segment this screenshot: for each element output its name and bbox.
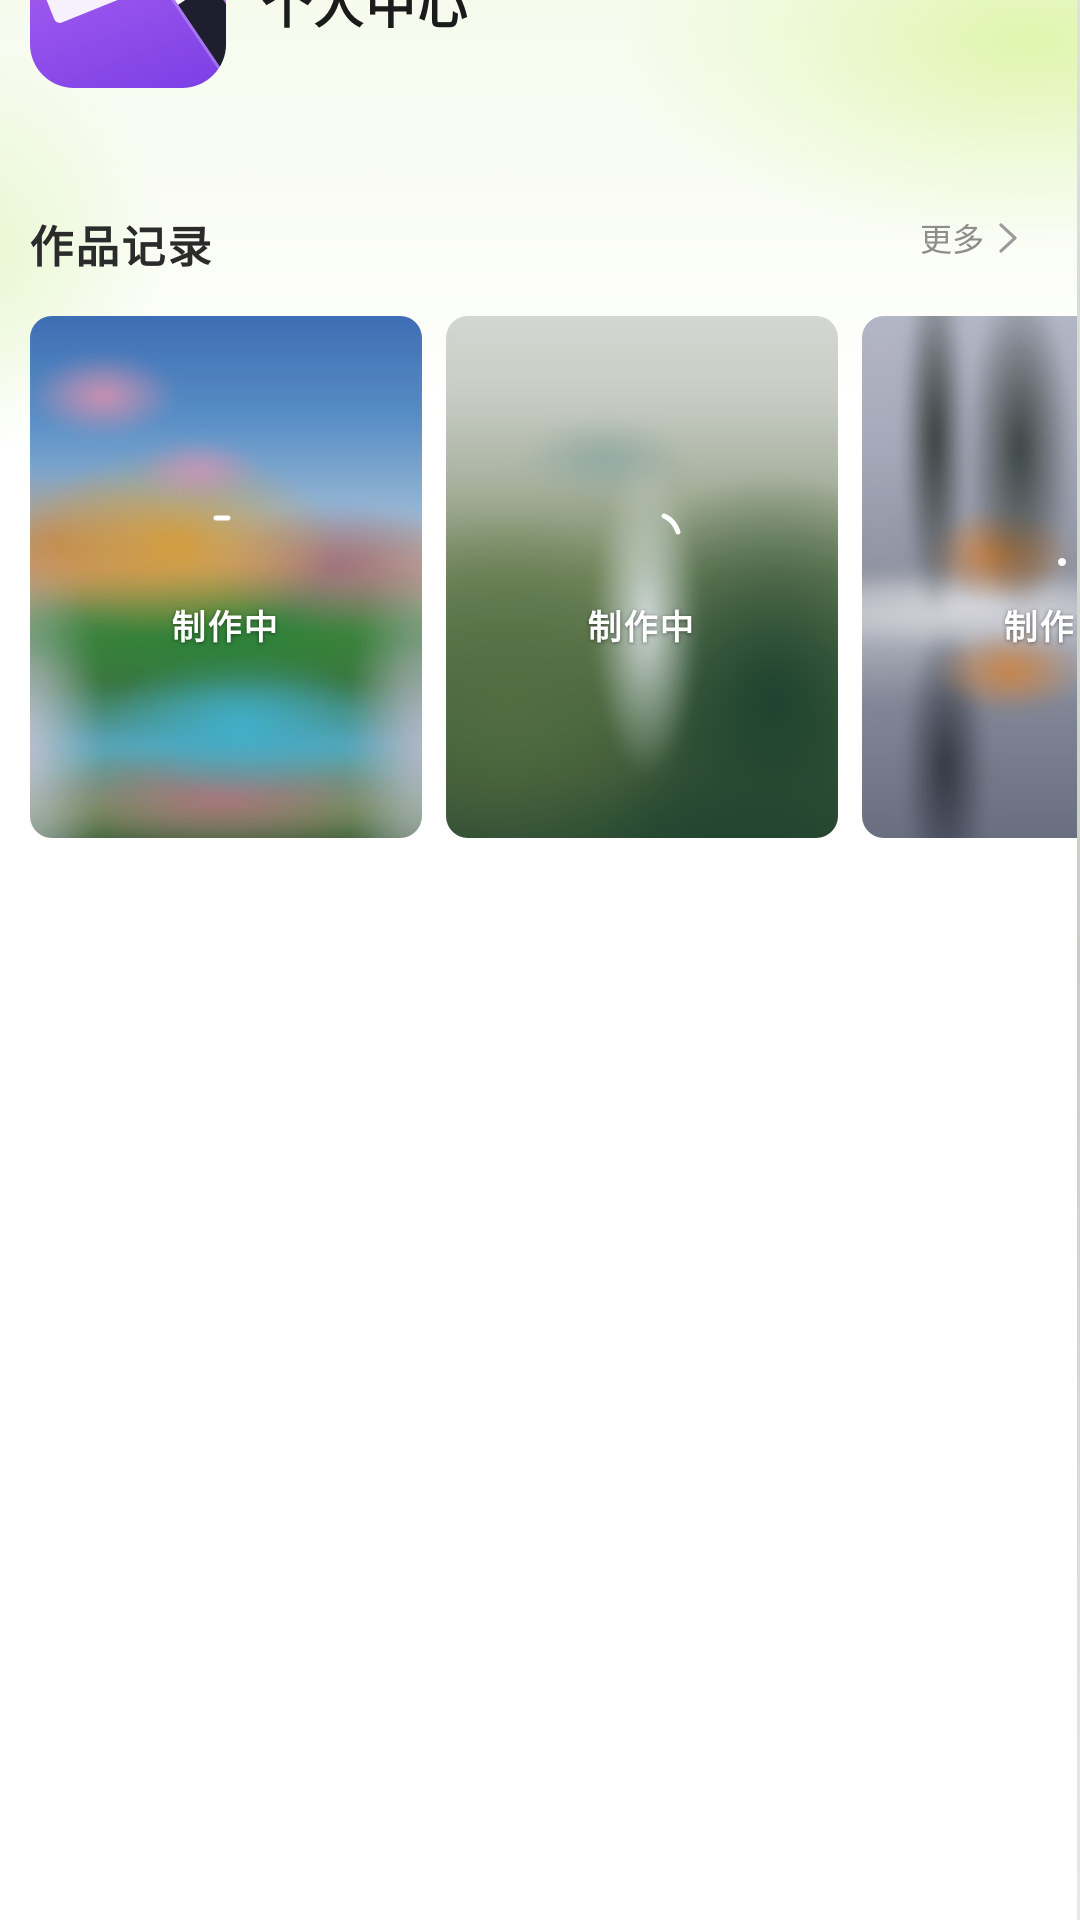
app-logo-icon — [30, 0, 226, 88]
section-title-works: 作品记录 — [30, 222, 214, 273]
personal-center-page: 个人中心 作品记录 更多 制作中 制作中 制作 — [0, 0, 1080, 1920]
works-carousel[interactable]: 制作中 制作中 制作中 — [30, 316, 1080, 840]
work-card[interactable]: 制作中 — [446, 316, 838, 838]
page-title: 个人中心 — [262, 0, 470, 35]
loading-spinner-icon — [661, 513, 681, 535]
more-button[interactable]: 更多 — [920, 218, 1020, 259]
work-status-label: 制作中 — [588, 608, 696, 648]
work-status-label: 制作中 — [172, 608, 280, 648]
work-card[interactable]: 制作中 — [30, 316, 422, 838]
loading-spinner-icon — [1058, 558, 1066, 566]
paper-shape — [34, 0, 140, 25]
work-card[interactable]: 制作中 — [862, 316, 1080, 838]
chevron-right-icon — [999, 223, 1017, 253]
loading-spinner-icon — [213, 515, 231, 521]
work-status-label: 制作中 — [1004, 608, 1080, 648]
more-label: 更多 — [920, 221, 985, 259]
magic-wand-shape — [148, 0, 226, 85]
